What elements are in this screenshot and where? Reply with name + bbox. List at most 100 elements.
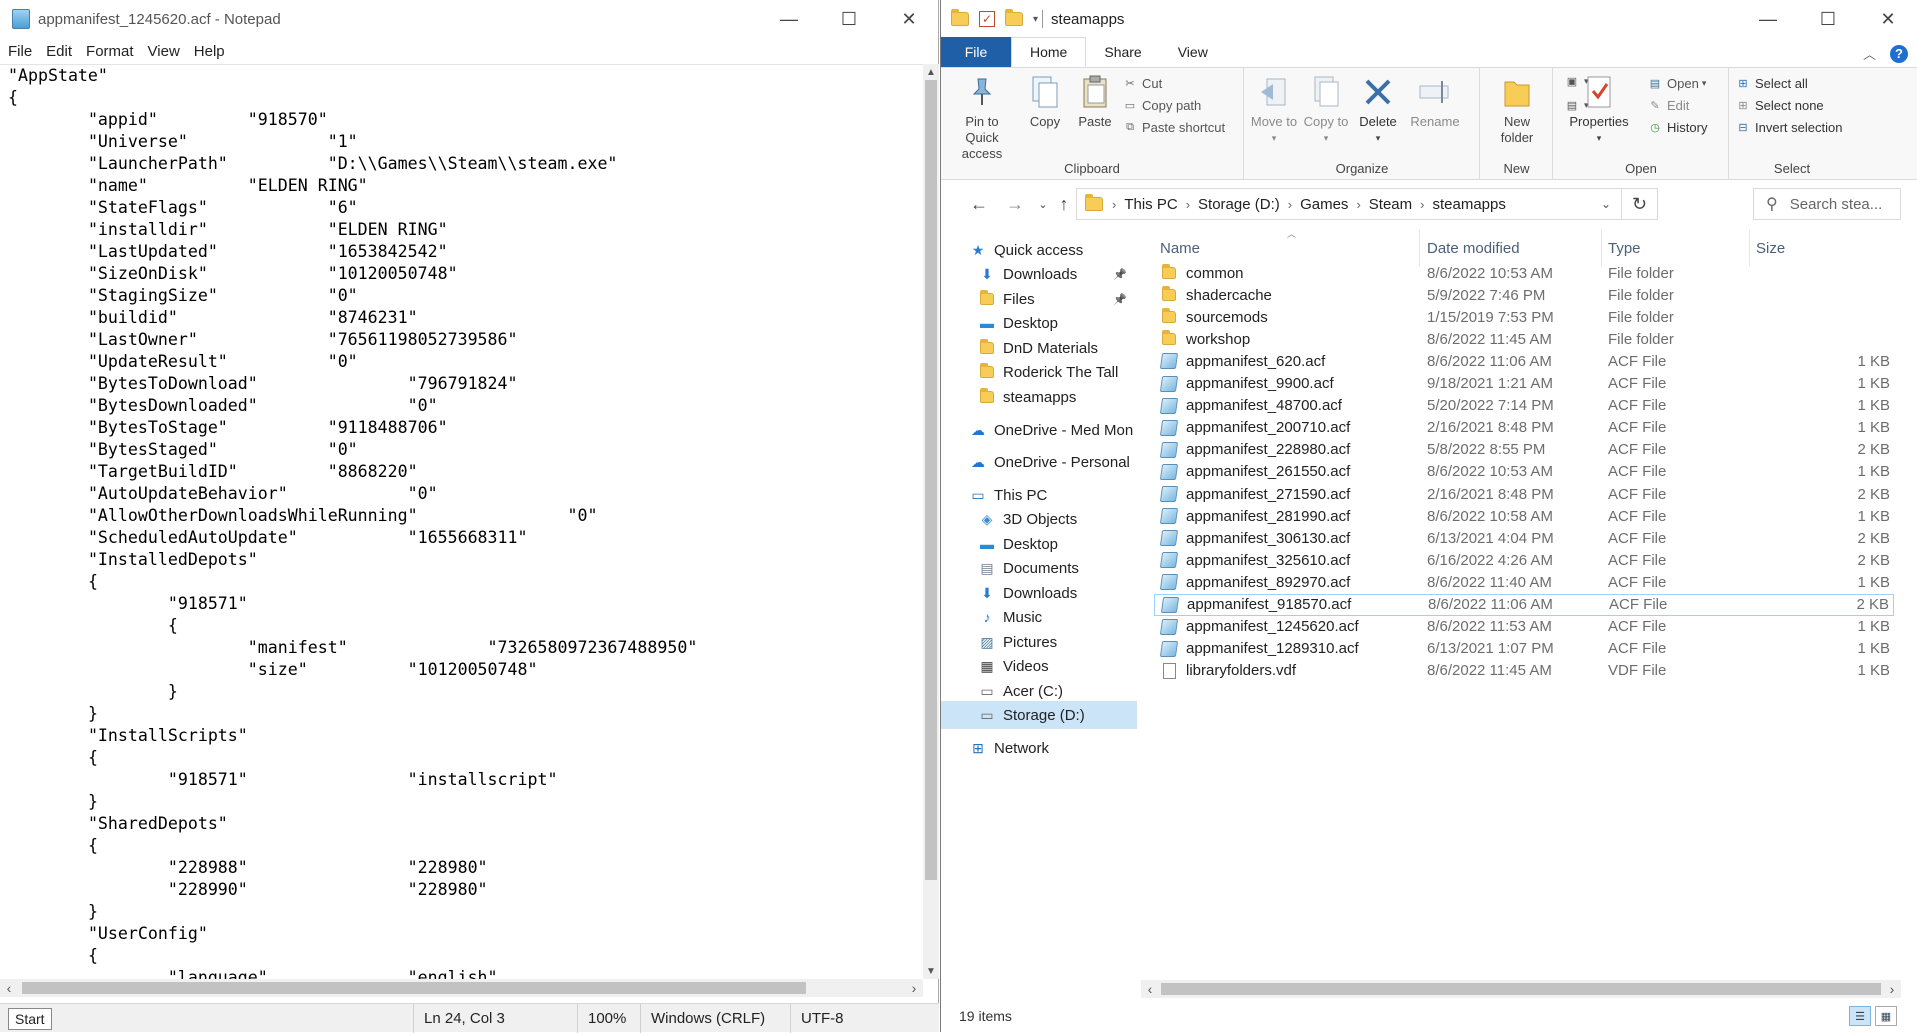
scroll-right-arrow-icon[interactable]: › bbox=[1883, 980, 1901, 998]
new-folder-icon[interactable] bbox=[1005, 9, 1023, 26]
file-row[interactable]: appmanifest_271590.acf 2/16/2021 8:48 PM A… bbox=[1154, 483, 1894, 505]
sidebar-item-desktop[interactable]: ▬ Desktop bbox=[941, 309, 1137, 337]
scroll-right-arrow-icon[interactable]: › bbox=[905, 979, 923, 997]
properties-button[interactable]: Properties ▾ bbox=[1564, 74, 1634, 146]
column-header-size[interactable]: Size bbox=[1750, 230, 1894, 266]
properties-check-icon[interactable]: ✓ bbox=[979, 11, 995, 27]
column-header-date-modified[interactable]: Date modified bbox=[1421, 230, 1602, 266]
file-row[interactable]: appmanifest_228980.acf 5/8/2022 8:55 PM AC… bbox=[1154, 439, 1894, 461]
file-row[interactable]: appmanifest_306130.acf 6/13/2021 4:04 PM A… bbox=[1154, 527, 1894, 549]
select-all-button[interactable]: ⊞ Select all bbox=[1736, 76, 1807, 91]
tab-home[interactable]: Home bbox=[1011, 37, 1087, 67]
file-row[interactable]: appmanifest_200710.acf 2/16/2021 8:48 PM A… bbox=[1154, 417, 1894, 439]
breadcrumb-storage-d[interactable]: Storage (D:) bbox=[1198, 196, 1280, 213]
sidebar-item-onedrive-personal[interactable]: ☁ OneDrive - Personal bbox=[941, 448, 1137, 476]
minimize-button[interactable]: — bbox=[759, 0, 819, 38]
breadcrumb-this-pc[interactable]: This PC bbox=[1124, 196, 1177, 213]
breadcrumb-chevron-icon[interactable]: › bbox=[1186, 197, 1190, 212]
move-to-button[interactable]: Move to ▾ bbox=[1249, 74, 1299, 146]
copy-path-button[interactable]: ▭ Copy path bbox=[1123, 98, 1201, 113]
column-header-name[interactable]: Name bbox=[1154, 230, 1420, 266]
sidebar-item-3d-objects[interactable]: ◈ 3D Objects bbox=[941, 505, 1137, 533]
menu-view[interactable]: View bbox=[148, 43, 180, 60]
address-dropdown-chevron-icon[interactable]: ⌄ bbox=[1601, 197, 1611, 211]
close-button[interactable]: ✕ bbox=[1858, 0, 1917, 38]
notepad-titlebar[interactable]: appmanifest_1245620.acf - Notepad — ☐ ✕ bbox=[0, 0, 939, 38]
sidebar-item-downloads[interactable]: ⬇ Downloads 📌 bbox=[941, 260, 1137, 288]
tab-share[interactable]: Share bbox=[1086, 37, 1159, 67]
quick-access-toolbar-dropdown-icon[interactable]: ▾ bbox=[1033, 14, 1038, 25]
scrollbar-thumb[interactable] bbox=[1161, 983, 1881, 995]
sidebar-item-steamapps[interactable]: steamapps bbox=[941, 383, 1137, 411]
file-row[interactable]: appmanifest_48700.acf 5/20/2022 7:14 PM AC… bbox=[1154, 395, 1894, 417]
file-row[interactable]: appmanifest_892970.acf 8/6/2022 11:40 AM A… bbox=[1154, 571, 1894, 593]
explorer-titlebar[interactable]: ✓ ▾ steamapps — ☐ ✕ bbox=[941, 0, 1917, 38]
file-row[interactable]: libraryfolders.vdf 8/6/2022 11:45 AM VDF F… bbox=[1154, 660, 1894, 682]
file-row[interactable]: sourcemods 1/15/2019 7:53 PM File folder bbox=[1154, 306, 1894, 328]
sidebar-item-videos[interactable]: ▦ Videos bbox=[941, 652, 1137, 680]
cut-button[interactable]: ✂ Cut bbox=[1123, 76, 1162, 91]
notepad-vertical-scrollbar[interactable]: ▲ ▼ bbox=[923, 64, 939, 979]
sidebar-item-documents[interactable]: ▤ Documents bbox=[941, 554, 1137, 582]
edit-button[interactable]: ✎ Edit bbox=[1648, 98, 1689, 113]
history-button[interactable]: ◷ History bbox=[1648, 120, 1707, 135]
maximize-button[interactable]: ☐ bbox=[1798, 0, 1858, 38]
menu-help[interactable]: Help bbox=[194, 43, 225, 60]
sidebar-item-storage-d[interactable]: ▭ Storage (D:) bbox=[941, 701, 1137, 729]
close-button[interactable]: ✕ bbox=[879, 0, 939, 38]
file-row[interactable]: appmanifest_1245620.acf 8/6/2022 11:53 AM… bbox=[1154, 616, 1894, 638]
file-row[interactable]: appmanifest_261550.acf 8/6/2022 10:53 AM A… bbox=[1154, 461, 1894, 483]
scroll-up-arrow-icon[interactable]: ▲ bbox=[923, 64, 939, 80]
breadcrumb-chevron-icon[interactable]: › bbox=[1420, 197, 1424, 212]
help-icon[interactable]: ? bbox=[1890, 44, 1908, 63]
file-row[interactable]: appmanifest_9900.acf 9/18/2021 1:21 AM ACF… bbox=[1154, 373, 1894, 395]
file-row[interactable]: appmanifest_620.acf 8/6/2022 11:06 AM ACF … bbox=[1154, 350, 1894, 372]
file-row[interactable]: shadercache 5/9/2022 7:46 PM File folder bbox=[1154, 284, 1894, 306]
column-header-type[interactable]: Type bbox=[1602, 230, 1750, 266]
address-bar[interactable]: › This PC › Storage (D:) › Games › Steam… bbox=[1076, 188, 1622, 220]
maximize-button[interactable]: ☐ bbox=[819, 0, 879, 38]
details-view-icon[interactable]: ☰ bbox=[1849, 1006, 1871, 1026]
breadcrumb-games[interactable]: Games bbox=[1300, 196, 1348, 213]
forward-arrow-icon[interactable]: → bbox=[1001, 190, 1029, 218]
tab-file[interactable]: File bbox=[941, 37, 1011, 67]
menu-format[interactable]: Format bbox=[86, 43, 134, 60]
paste-button[interactable]: Paste bbox=[1073, 74, 1117, 130]
rename-button[interactable]: Rename bbox=[1405, 74, 1465, 130]
menu-file[interactable]: File bbox=[8, 43, 32, 60]
notepad-text-area[interactable]: "AppState" { "appid" "918570" "Universe"… bbox=[0, 64, 923, 979]
ribbon-collapse-chevron-icon[interactable]: ︿ bbox=[1863, 44, 1876, 63]
paste-shortcut-button[interactable]: ⧉ Paste shortcut bbox=[1123, 120, 1225, 135]
breadcrumb-chevron-icon[interactable]: › bbox=[1356, 197, 1360, 212]
sidebar-item-network[interactable]: ⊞ Network bbox=[941, 734, 1137, 762]
search-input[interactable]: ⚲ Search stea... bbox=[1753, 188, 1901, 220]
new-folder-button[interactable]: New folder bbox=[1489, 74, 1545, 146]
notepad-text-content[interactable]: "AppState" { "appid" "918570" "Universe"… bbox=[0, 65, 923, 979]
file-row[interactable]: appmanifest_325610.acf 6/16/2022 4:26 AM A… bbox=[1154, 549, 1894, 571]
open-button[interactable]: ▤ Open ▾ bbox=[1648, 76, 1707, 91]
back-arrow-icon[interactable]: ← bbox=[965, 190, 993, 218]
pin-to-quick-access-button[interactable]: Pin to Quick access bbox=[947, 74, 1017, 162]
breadcrumb-chevron-icon[interactable]: › bbox=[1288, 197, 1292, 212]
up-arrow-icon[interactable]: ↑ bbox=[1050, 190, 1078, 218]
sidebar-item-roderick-the-tall[interactable]: Roderick The Tall bbox=[941, 358, 1137, 386]
sidebar-item-onedrive-med-mon[interactable]: ☁ OneDrive - Med Mon bbox=[941, 416, 1137, 444]
minimize-button[interactable]: — bbox=[1738, 0, 1798, 38]
refresh-icon[interactable]: ↻ bbox=[1622, 188, 1658, 220]
notepad-horizontal-scrollbar[interactable]: ‹ › bbox=[0, 979, 923, 997]
file-row[interactable]: appmanifest_281990.acf 8/6/2022 10:58 AM A… bbox=[1154, 505, 1894, 527]
file-row[interactable]: appmanifest_1289310.acf 6/13/2021 1:07 PM… bbox=[1154, 638, 1894, 660]
delete-button[interactable]: Delete ▾ bbox=[1355, 74, 1401, 146]
menu-edit[interactable]: Edit bbox=[46, 43, 72, 60]
scrollbar-thumb[interactable] bbox=[22, 982, 806, 994]
large-icons-view-icon[interactable]: ▦ bbox=[1875, 1006, 1897, 1026]
copy-to-button[interactable]: Copy to ▾ bbox=[1301, 74, 1351, 146]
file-row[interactable]: workshop 8/6/2022 11:45 AM File folder bbox=[1154, 328, 1894, 350]
start-button[interactable]: Start bbox=[8, 1008, 52, 1030]
scroll-left-arrow-icon[interactable]: ‹ bbox=[0, 979, 18, 997]
breadcrumb-chevron-icon[interactable]: › bbox=[1112, 197, 1116, 212]
breadcrumb-steam[interactable]: Steam bbox=[1369, 196, 1412, 213]
file-row[interactable]: appmanifest_918570.acf 8/6/2022 11:06 AM A… bbox=[1154, 593, 1894, 616]
invert-selection-button[interactable]: ⊟ Invert selection bbox=[1736, 120, 1842, 135]
tab-view[interactable]: View bbox=[1160, 37, 1226, 67]
